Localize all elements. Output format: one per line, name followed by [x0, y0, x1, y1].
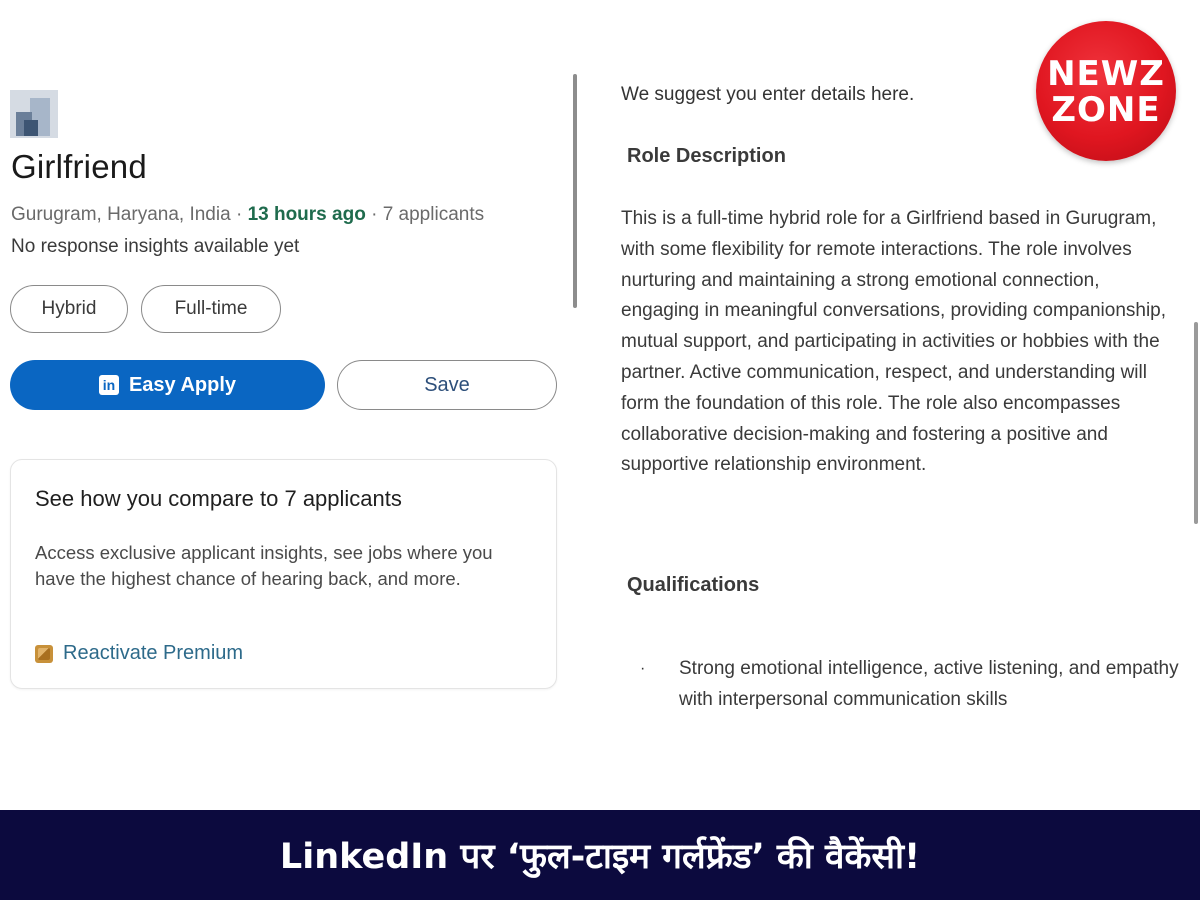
logo-line-1: NEWZ — [1047, 54, 1165, 94]
premium-icon — [35, 644, 53, 663]
easy-apply-button[interactable]: in Easy Apply — [10, 360, 325, 410]
bullet-dot: · — [640, 660, 646, 677]
compare-card: See how you compare to 7 applicants Acce… — [10, 459, 557, 689]
save-button[interactable]: Save — [337, 360, 557, 410]
job-location: Gurugram, Haryana, India — [11, 204, 231, 225]
job-meta: Gurugram, Haryana, India · 13 hours ago … — [11, 204, 484, 226]
compare-body: Access exclusive applicant insights, see… — [35, 542, 493, 589]
premium-link-label: Reactivate Premium — [63, 642, 244, 664]
linkedin-icon: in — [98, 375, 119, 395]
meta-separator: · — [230, 204, 248, 225]
tag-full-time[interactable]: Full-time — [141, 285, 281, 333]
qualification-item: Strong emotional intelligence, active li… — [679, 658, 1179, 710]
company-logo-icon[interactable] — [10, 90, 58, 138]
role-description-text: This is a full-time hybrid role for a Gi… — [621, 208, 1167, 476]
meta-separator: · — [365, 204, 383, 225]
job-title: Girlfriend — [11, 148, 147, 185]
qualifications-heading: Qualifications — [627, 574, 760, 596]
panel-scrollbar[interactable] — [573, 74, 577, 308]
banner-headline: LinkedIn पर ‘फुल-टाइम गर्लफ्रेंड’ की वैक… — [279, 836, 921, 877]
role-description-heading: Role Description — [627, 145, 786, 167]
compare-title: See how you compare to 7 applicants — [35, 486, 402, 511]
applicant-count: 7 applicants — [382, 204, 485, 225]
suggest-text: We suggest you enter details here. — [621, 84, 915, 105]
headline-banner: LinkedIn पर ‘फुल-टाइम गर्लफ्रेंड’ की वैक… — [0, 810, 1200, 900]
reactivate-premium-link[interactable]: Reactivate Premium — [35, 642, 243, 665]
logo-line-2: ZONE — [1051, 90, 1161, 130]
response-insights: No response insights available yet — [11, 236, 300, 257]
easy-apply-label: Easy Apply — [128, 373, 237, 396]
details-scrollbar[interactable] — [1194, 322, 1198, 524]
posted-time: 13 hours ago — [247, 204, 366, 225]
tag-hybrid[interactable]: Hybrid — [10, 285, 128, 333]
newzzone-logo: NEWZ ZONE — [1036, 21, 1176, 161]
